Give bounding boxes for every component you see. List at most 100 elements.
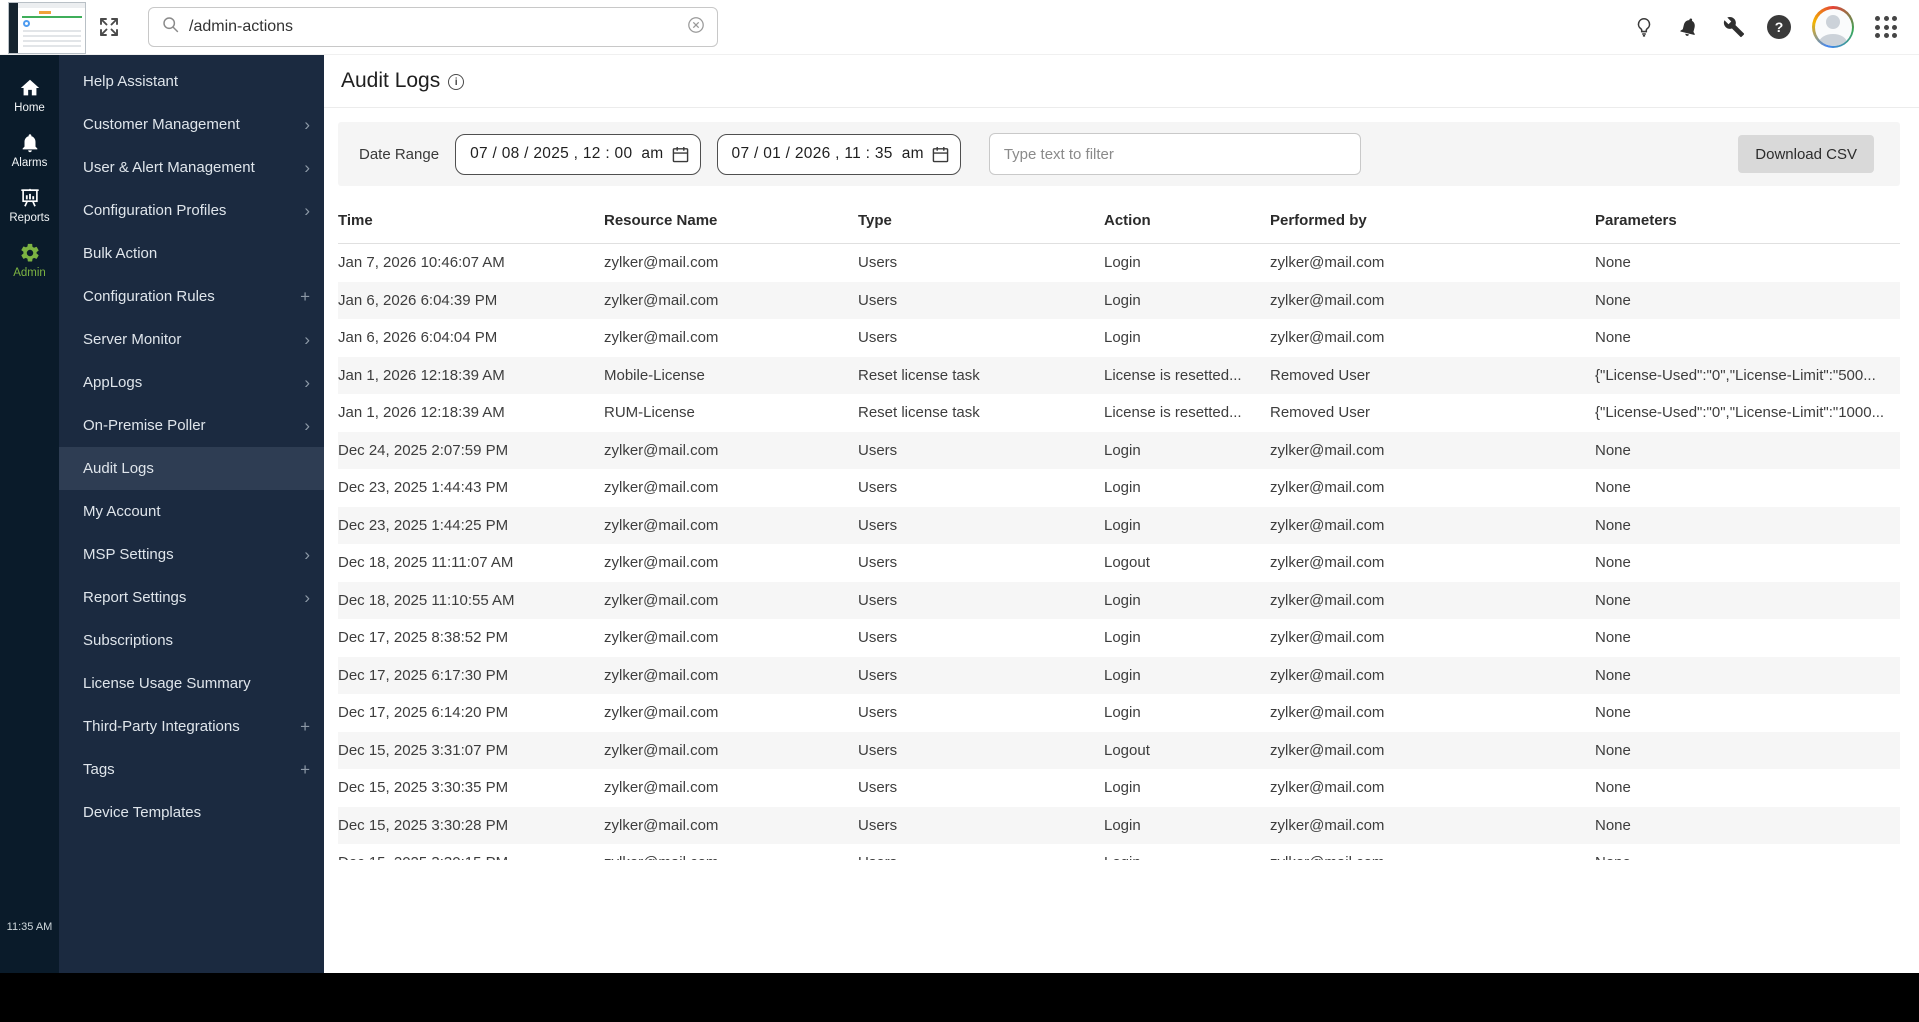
sidebar-menu-item[interactable]: Configuration Rules + <box>59 275 324 318</box>
sidebar-menu-item[interactable]: Audit Logs <box>59 447 324 490</box>
search-box[interactable] <box>148 7 718 47</box>
column-header: Resource Name <box>604 212 718 229</box>
apps-grid-icon[interactable] <box>1875 16 1897 38</box>
plus-icon: + <box>300 717 310 736</box>
sidebar-menu-item[interactable]: Server Monitor › <box>59 318 324 361</box>
cell-performed-by: zylker@mail.com <box>1270 554 1385 572</box>
sidebar-menu-item[interactable]: License Usage Summary <box>59 662 324 705</box>
cell-time: Dec 17, 2025 6:17:30 PM <box>338 666 509 684</box>
cell-resource-name: zylker@mail.com <box>604 291 719 309</box>
cell-resource-name: zylker@mail.com <box>604 441 719 459</box>
cell-performed-by: zylker@mail.com <box>1270 779 1385 797</box>
cell-type: Users <box>858 291 898 309</box>
sidebar-menu-item[interactable]: Report Settings › <box>59 576 324 619</box>
chevron-right-icon: › <box>304 201 310 220</box>
sidebar-menu-item[interactable]: Subscriptions <box>59 619 324 662</box>
cell-resource-name: zylker@mail.com <box>604 516 719 534</box>
rail-item-admin[interactable]: Admin <box>0 233 59 288</box>
cell-action: Login <box>1104 629 1141 647</box>
rail-item-home[interactable]: Home <box>0 68 59 123</box>
table-row: Jan 6, 2026 6:04:04 PM zylker@mail.com U… <box>338 319 1900 357</box>
menu-item-label: Configuration Rules <box>83 288 215 305</box>
cell-resource-name: zylker@mail.com <box>604 479 719 497</box>
cell-performed-by: zylker@mail.com <box>1270 441 1385 459</box>
sidebar-menu-item[interactable]: Help Assistant <box>59 60 324 103</box>
gear-icon <box>20 243 39 262</box>
column-header: Time <box>338 212 373 229</box>
filter-toolbar: Date Range 07 / 08 / 2025 , 12 : 00 am 0… <box>338 122 1900 186</box>
search-input[interactable] <box>189 18 678 36</box>
sidebar-menu-item[interactable]: AppLogs › <box>59 361 324 404</box>
text-filter-input[interactable] <box>988 133 1361 175</box>
sidebar-menu-item[interactable]: Tags + <box>59 748 324 791</box>
sidebar-menu-item[interactable]: MSP Settings › <box>59 533 324 576</box>
cell-performed-by: zylker@mail.com <box>1270 741 1385 759</box>
cell-type: Users <box>858 479 898 497</box>
cell-time: Dec 15, 2025 3:30:28 PM <box>338 816 509 834</box>
avatar[interactable] <box>1812 6 1854 48</box>
sidebar-menu-item[interactable]: Third-Party Integrations + <box>59 705 324 748</box>
sidebar-menu-item[interactable]: Configuration Profiles › <box>59 189 324 232</box>
sidebar-menu-item[interactable]: On-Premise Poller › <box>59 404 324 447</box>
table-row: Dec 17, 2025 8:38:52 PM zylker@mail.com … <box>338 619 1900 657</box>
table-row: Jan 1, 2026 12:18:39 AM RUM-License Rese… <box>338 394 1900 432</box>
chevron-right-icon: › <box>304 588 310 607</box>
clear-search-icon[interactable] <box>687 16 705 39</box>
cell-type: Users <box>858 741 898 759</box>
sidebar-menu-item[interactable]: User & Alert Management › <box>59 146 324 189</box>
cell-type: Users <box>858 329 898 347</box>
chevron-right-icon: › <box>304 545 310 564</box>
sidebar-menu-item[interactable]: Bulk Action <box>59 232 324 275</box>
sidebar-menu-item[interactable]: Customer Management › <box>59 103 324 146</box>
menu-item-label: On-Premise Poller <box>83 417 206 434</box>
cell-type: Users <box>858 704 898 722</box>
cell-resource-name: zylker@mail.com <box>604 554 719 572</box>
cell-action: Login <box>1104 779 1141 797</box>
cell-action: Login <box>1104 591 1141 609</box>
cell-type: Reset license task <box>858 366 980 384</box>
cell-time: Dec 18, 2025 11:11:07 AM <box>338 554 514 572</box>
menu-item-label: Configuration Profiles <box>83 202 227 219</box>
rail-item-reports[interactable]: Reports <box>0 178 59 233</box>
sidebar-menu-item[interactable]: My Account <box>59 490 324 533</box>
search-icon <box>161 15 180 39</box>
cell-time: Dec 24, 2025 2:07:59 PM <box>338 441 509 459</box>
date-from-input[interactable]: 07 / 08 / 2025 , 12 : 00 am <box>455 133 701 175</box>
cell-time: Jan 7, 2026 10:46:07 AM <box>338 254 505 272</box>
help-icon[interactable]: ? <box>1767 15 1791 39</box>
chevron-right-icon: › <box>304 373 310 392</box>
cell-performed-by: zylker@mail.com <box>1270 291 1385 309</box>
cell-type: Users <box>858 441 898 459</box>
cell-resource-name: zylker@mail.com <box>604 854 858 860</box>
cell-parameters: None <box>1595 629 1631 647</box>
calendar-icon[interactable] <box>672 146 689 163</box>
info-icon[interactable]: i <box>448 74 465 90</box>
cell-action: Login <box>1104 704 1141 722</box>
bell-icon[interactable] <box>1677 15 1701 39</box>
wrench-icon[interactable] <box>1722 15 1746 39</box>
sidebar-menu-item[interactable]: Device Templates <box>59 791 324 834</box>
calendar-icon[interactable] <box>932 146 949 163</box>
cell-parameters: None <box>1595 516 1631 534</box>
admin-menu: Help Assistant Customer Management › Use… <box>59 55 324 973</box>
lightbulb-icon[interactable] <box>1632 15 1656 39</box>
expand-icon[interactable] <box>97 15 121 39</box>
download-csv-button[interactable]: Download CSV <box>1738 135 1874 173</box>
home-icon <box>20 79 39 96</box>
rail-item-alarms[interactable]: Alarms <box>0 123 59 178</box>
cell-time: Jan 1, 2026 12:18:39 AM <box>338 404 505 422</box>
cell-type: Users <box>858 629 898 647</box>
menu-item-label: Server Monitor <box>83 331 182 348</box>
cell-parameters: None <box>1595 254 1631 272</box>
cell-action: License is resetted... <box>1104 366 1242 384</box>
clock-label: 11:35 AM <box>6 921 53 933</box>
cell-action: Login <box>1104 329 1141 347</box>
cell-time: Dec 23, 2025 1:44:25 PM <box>338 516 509 534</box>
main-content: Audit Logs i Date Range 07 / 08 / 2025 ,… <box>324 55 1919 973</box>
cell-resource-name: RUM-License <box>604 404 695 422</box>
date-to-input[interactable]: 07 / 01 / 2026 , 11 : 35 am <box>716 133 961 175</box>
icon-rail: Home Alarms Reports Admin 11:35 AM <box>0 55 59 973</box>
column-header: Parameters <box>1595 212 1677 229</box>
cell-time: Dec 18, 2025 11:10:55 AM <box>338 591 515 609</box>
cell-performed-by: zylker@mail.com <box>1270 516 1385 534</box>
